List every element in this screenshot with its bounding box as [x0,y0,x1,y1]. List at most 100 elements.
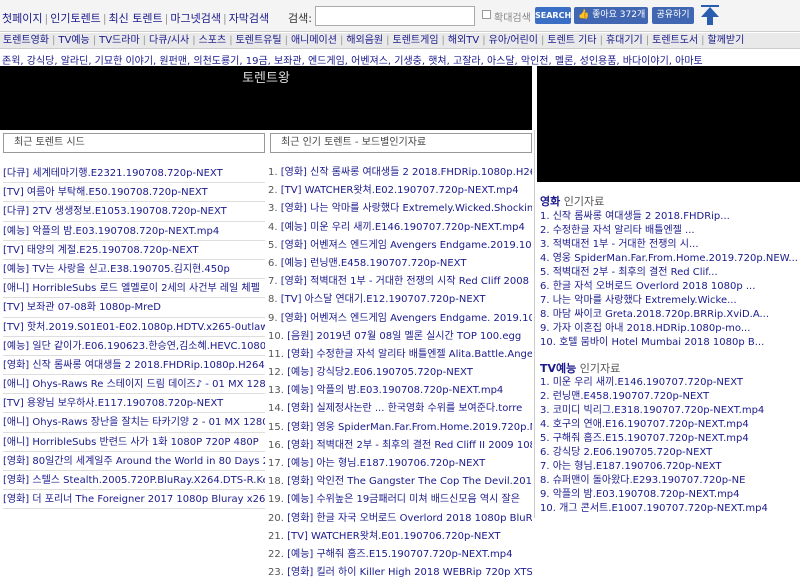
movie-popular-item[interactable]: 5. 적벽대전 2부 - 최후의 결전 Red Clif... [540,266,798,280]
movie-popular-item[interactable]: 10. 호텔 뭄바이 Hotel Mumbai 2018 1080p B... [540,336,798,350]
popular-torrent-item[interactable]: 15. [영화] 영웅 SpiderMan.Far.From.Home.2019… [268,419,532,437]
popular-torrent-item[interactable]: 13. [예능] 악플의 밤.E03.190708.720p-NEXT.mp4 [268,382,532,400]
recent-torrent-item[interactable]: [다큐] 2TV 생생정보.E1053.190708.720p-NEXT [3,202,265,222]
recent-torrent-item[interactable]: [예능] 악플의 밤.E03.190708.720p-NEXT.mp4 [3,222,265,241]
category-link[interactable]: 토렌트게임 [393,35,439,46]
recent-torrent-item[interactable]: [TV] 태양의 계절.E25.190708.720p-NEXT [3,241,265,260]
movie-popular-item[interactable]: 6. 한글 자석 오버로드 Overlord 2018 1080p ... [540,280,798,294]
popular-torrent-item[interactable]: 7. [영화] 적벽대전 1부 - 거대한 전쟁의 시작 Red Cliff 2… [268,273,532,291]
extended-search-checkbox[interactable] [482,10,491,19]
top-nav-link[interactable]: 최신 토렌트 [109,12,163,25]
top-nav-link[interactable]: 첫페이지 [2,12,42,25]
recent-torrent-item[interactable]: [TV] 여름아 부탁해.E50.190708.720p-NEXT [3,183,265,203]
popular-torrent-title[interactable]: [영화] 적벽대전 2부 - 최후의 결전 Red Cliff II 2009 … [287,440,532,451]
popular-torrent-title[interactable]: [예능] 수위높은 19금패러디 미쳐 배드신모음 역시 잘은 [287,494,520,505]
category-link[interactable]: 애니메이션 [291,35,337,46]
movie-popular-item[interactable]: 4. 영웅 SpiderMan.Far.From.Home.2019.720p.… [540,252,798,266]
popular-torrent-title[interactable]: [예능] 미운 우리 새끼.E146.190707.720p-NEXT.mp4 [281,222,525,233]
recent-torrent-item[interactable]: [영화] 80일간의 세계일주 Around the World in 80 D… [3,452,265,471]
category-link[interactable]: 토렌트 기타 [547,35,596,46]
popular-torrent-item[interactable]: 19. [예능] 수위높은 19금패러디 미쳐 배드신모음 역시 잘은 [268,491,532,509]
popular-torrent-item[interactable]: 18. [영화] 악인전 The Gangster The Cop The De… [268,473,532,491]
recent-torrent-item[interactable]: [다큐] 세계테마기행.E2321.190708.720p-NEXT [3,164,265,184]
top-nav-link[interactable]: 인기토렌트 [50,12,101,25]
top-nav-link[interactable]: 마그넷검색 [170,12,221,25]
facebook-like-button[interactable]: 👍 좋아요 372개 [574,7,648,24]
popular-torrent-item[interactable]: 11. [영화] 수정한글 자석 알리타 배틀엔젤 Alita.Battle.A… [268,346,532,364]
popular-torrent-title[interactable]: [영화] 한글 자국 오버로드 Overlord 2018 1080p BluR… [287,513,532,524]
recent-torrent-item[interactable]: [애니] Ohys-Raws Re 스테이지 드림 데이즈♪ - 01 MX 1… [3,375,265,395]
top-nav-link[interactable]: 자막검색 [229,12,269,25]
tv-popular-item[interactable]: 4. 호구의 연애.E16.190707.720p-NEXT.mp4 [540,418,798,432]
tv-popular-item[interactable]: 1. 미운 우리 새끼.E146.190707.720p-NEXT [540,376,798,390]
popular-torrent-title[interactable]: [TV] WATCHER왓쳐.E01.190706.720p-NEXT [287,531,500,542]
popular-torrent-item[interactable]: 6. [예능] 런닝맨.E458.190707.720p-NEXT [268,255,532,273]
popular-torrent-item[interactable]: 3. [영화] 나는 악마를 사랑했다 Extremely.Wicked.Sho… [268,200,532,218]
category-link[interactable]: 할께받기 [708,35,745,46]
recent-torrent-item[interactable]: [TV] 용왕님 보우하사.E117.190708.720p-NEXT [3,394,265,414]
popular-torrent-item[interactable]: 12. [예능] 강식당2.E06.190705.720p-NEXT [268,364,532,382]
tv-popular-item[interactable]: 5. 구해줘 홈즈.E15.190707.720p-NEXT.mp4 [540,432,798,446]
popular-torrent-item[interactable]: 23. [영화] 킬러 하이 Killer High 2018 WEBRip 7… [268,564,532,582]
category-link[interactable]: 다큐/시사 [149,35,189,46]
popular-torrent-title[interactable]: [영화] 악인전 The Gangster The Cop The Devil.… [287,476,532,487]
popular-torrent-title[interactable]: [TV] WATCHER왓쳐.E02.190707.720p-NEXT.mp4 [281,185,519,196]
arrow-up-icon[interactable] [700,5,720,27]
popular-torrent-title[interactable]: [영화] 킬러 하이 Killer High 2018 WEBRip 720p … [287,567,532,578]
popular-torrent-title[interactable]: [예능] 악플의 밤.E03.190708.720p-NEXT.mp4 [287,385,503,396]
popular-torrent-item[interactable]: 21. [TV] WATCHER왓쳐.E01.190706.720p-NEXT [268,528,532,546]
recent-torrent-item[interactable]: [예능] TV는 사랑을 싣고.E38.190705.김지현.450p [3,260,265,280]
recent-torrent-item[interactable]: [영화] 스텔스 Stealth.2005.720P.BluRay.X264.D… [3,471,265,491]
tv-popular-item[interactable]: 8. 슈퍼맨이 돌아왔다.E293.190707.720p-NE [540,474,798,488]
movie-popular-item[interactable]: 9. 가자 이혼집 아내 2018.HDRip.1080p-mo... [540,322,798,336]
recent-torrent-item[interactable]: [TV] 핫처.2019.S01E01-E02.1080p.HDTV.x265-… [3,318,265,337]
popular-torrent-title[interactable]: [음원] 2019년 07월 08일 멜론 실시간 TOP 100.egg [287,331,521,342]
popular-torrent-item[interactable]: 8. [TV] 아스달 연대기.E12.190707.720p-NEXT [268,291,532,309]
popular-torrent-item[interactable]: 20. [영화] 한글 자국 오버로드 Overlord 2018 1080p … [268,510,532,528]
popular-torrent-item[interactable]: 2. [TV] WATCHER왓쳐.E02.190707.720p-NEXT.m… [268,182,532,200]
recent-torrent-item[interactable]: [애니] Ohys-Raws 장난을 잘치는 타카기양 2 - 01 MX 12… [3,413,265,433]
category-link[interactable]: TV예능 [58,35,89,46]
category-link[interactable]: 토렌트도서 [652,35,698,46]
popular-torrent-title[interactable]: [예능] 구해줘 홈즈.E15.190707.720p-NEXT.mp4 [287,549,512,560]
keyword-links[interactable]: 존윅, 강식당, 알라딘, 기묘한 이야기, 원펀맨, 의천도룡기, 19금, … [2,52,703,67]
search-button[interactable]: SEARCH [535,7,571,24]
movie-popular-item[interactable]: 1. 신작 롬싸롱 여대생들 2 2018.FHDRip... [540,210,798,224]
category-link[interactable]: TV드라마 [99,35,140,46]
tv-popular-item[interactable]: 7. 아는 형님.E187.190706.720p-NEXT [540,460,798,474]
share-button[interactable]: 공유하기 [652,7,694,24]
recent-torrent-item[interactable]: [애니] HorribleSubs 반련드 사가 1화 1080P 720P 4… [3,433,265,452]
popular-torrent-title[interactable]: [예능] 강식당2.E06.190705.720p-NEXT [287,367,473,378]
popular-torrent-title[interactable]: [영화] 실제정사논란 ... 한국영화 수위를 보여준다.torre [287,403,522,414]
recent-torrent-item[interactable]: [예능] 일단 같이가.E06.190623.한승연,김소혜.HEVC.1080… [3,337,265,356]
recent-torrent-item[interactable]: [애니] HorribleSubs 로드 엘멜로이 2세의 사건부 레일 체펠 [3,279,265,299]
popular-torrent-item[interactable]: 5. [영화] 어벤져스 엔드게임 Avengers Endgame.2019.… [268,237,532,255]
popular-torrent-title[interactable]: [영화] 어벤져스 엔드게임 Avengers Endgame.2019.108… [281,240,532,251]
popular-torrent-item[interactable]: 16. [영화] 적벽대전 2부 - 최후의 결전 Red Cliff II 2… [268,437,532,455]
movie-popular-item[interactable]: 3. 적벽대전 1부 - 거대한 전쟁의 시... [540,238,798,252]
popular-torrent-item[interactable]: 22. [예능] 구해줘 홈즈.E15.190707.720p-NEXT.mp4 [268,546,532,564]
category-link[interactable]: 유아/어린이 [489,35,538,46]
tv-popular-item[interactable]: 3. 코미디 빅리그.E318.190707.720p-NEXT.mp4 [540,404,798,418]
popular-torrent-title[interactable]: [영화] 수정한글 자석 알리타 배틀엔젤 Alita.Battle.Angel [287,349,532,360]
tv-popular-item[interactable]: 10. 개그 콘서트.E1007.190707.720p-NEXT.mp4 [540,502,798,516]
tv-popular-item[interactable]: 6. 강식당 2.E06.190705.720p-NEXT [540,446,798,460]
popular-torrent-title[interactable]: [TV] 아스달 연대기.E12.190707.720p-NEXT [281,294,486,305]
recent-torrent-item[interactable]: [영화] 신작 롬싸롱 여대생들 2 2018.FHDRip.1080p.H26… [3,356,265,376]
category-link[interactable]: 휴대기기 [606,35,643,46]
tv-popular-item[interactable]: 2. 런닝맨.E458.190707.720p-NEXT [540,390,798,404]
movie-popular-item[interactable]: 7. 나는 악마를 사랑했다 Extremely.Wicke... [540,294,798,308]
category-link[interactable]: 토렌트유틸 [236,35,282,46]
popular-torrent-item[interactable]: 9. [영화] 어벤져스 엔드게임 Avengers Endgame. 2019… [268,310,532,328]
movie-popular-item[interactable]: 2. 수정한글 자석 알리타 배틀엔젤 ... [540,224,798,238]
tv-popular-item[interactable]: 9. 악플의 밤.E03.190708.720p-NEXT.mp4 [540,488,798,502]
popular-torrent-title[interactable]: [영화] 적벽대전 1부 - 거대한 전쟁의 시작 Red Cliff 2008 [281,276,529,287]
popular-torrent-title[interactable]: [영화] 나는 악마를 사랑했다 Extremely.Wicked.Shocki… [281,203,532,214]
movie-popular-item[interactable]: 8. 마담 싸이코 Greta.2018.720p.BRRip.XviD.A..… [540,308,798,322]
search-input[interactable] [315,6,475,26]
category-link[interactable]: 스포츠 [199,35,227,46]
popular-torrent-title[interactable]: [영화] 어벤져스 엔드게임 Avengers Endgame. 2019.10… [281,313,532,324]
popular-torrent-item[interactable]: 17. [예능] 아는 형님.E187.190706.720p-NEXT [268,455,532,473]
category-link[interactable]: 토렌트영화 [3,35,49,46]
recent-torrent-item[interactable]: [TV] 보좌관 07-08화 1080p-MreD [3,298,265,318]
